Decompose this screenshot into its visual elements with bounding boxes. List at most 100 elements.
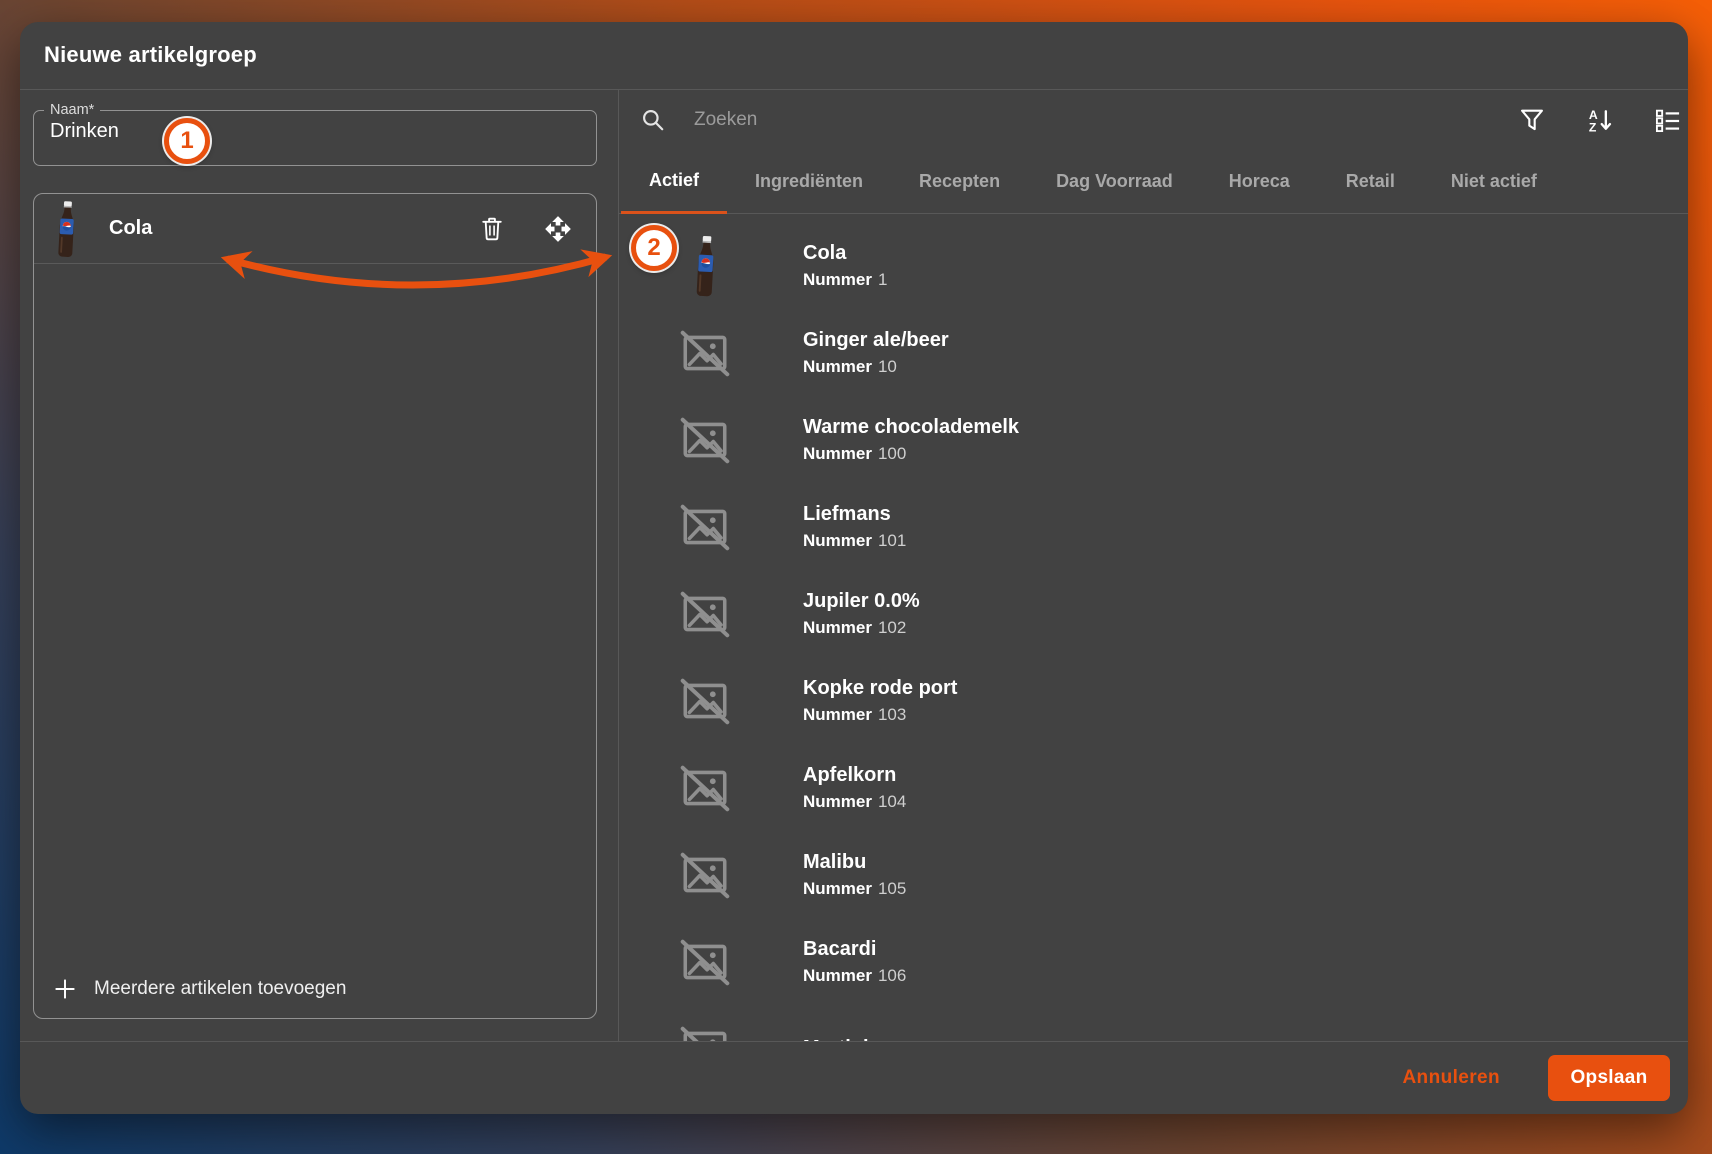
article-row[interactable]: Martini rosso bbox=[619, 1005, 1688, 1041]
group-item-name: Cola bbox=[109, 217, 152, 240]
article-name: Jupiler 0.0% bbox=[803, 590, 920, 613]
annotation-step-1-badge: 1 bbox=[164, 118, 210, 164]
article-number: Nummer100 bbox=[803, 444, 1019, 464]
cola-bottle-image bbox=[54, 200, 79, 258]
save-button[interactable]: Opslaan bbox=[1548, 1055, 1670, 1101]
article-thumbnail bbox=[677, 1021, 733, 1042]
view-list-icon bbox=[1654, 106, 1682, 134]
article-row[interactable]: Apfelkorn Nummer104 bbox=[619, 744, 1688, 831]
image-off-icon bbox=[678, 500, 732, 554]
article-name: Apfelkorn bbox=[803, 764, 906, 787]
trash-icon bbox=[478, 215, 506, 243]
article-number: Nummer10 bbox=[803, 357, 949, 377]
article-name: Warme chocolademelk bbox=[803, 416, 1019, 439]
article-number: Nummer1 bbox=[803, 270, 887, 290]
article-row[interactable]: Bacardi Nummer106 bbox=[619, 918, 1688, 1005]
image-off-icon bbox=[678, 761, 732, 815]
image-off-icon bbox=[678, 935, 732, 989]
image-off-icon bbox=[678, 413, 732, 467]
article-tabs: Actief Ingrediënten Recepten Dag Voorraa… bbox=[619, 150, 1688, 214]
tab-ingredienten[interactable]: Ingrediënten bbox=[727, 150, 891, 213]
article-number: Nummer105 bbox=[803, 879, 906, 899]
annotation-step-2-badge: 2 bbox=[631, 225, 677, 271]
article-name: Malibu bbox=[803, 851, 906, 874]
article-row[interactable]: Kopke rode port Nummer103 bbox=[619, 657, 1688, 744]
cancel-button[interactable]: Annuleren bbox=[1396, 1066, 1506, 1090]
article-browser-panel: Actief Ingrediënten Recepten Dag Voorraa… bbox=[619, 90, 1688, 1041]
tab-actief[interactable]: Actief bbox=[621, 150, 727, 214]
article-row[interactable]: Cola Nummer1 bbox=[619, 222, 1688, 309]
add-multiple-articles-button[interactable]: Meerdere artikelen toevoegen bbox=[34, 960, 596, 1018]
tab-horeca[interactable]: Horeca bbox=[1201, 150, 1318, 213]
article-text: Warme chocolademelk Nummer100 bbox=[803, 416, 1019, 464]
article-text: Cola Nummer1 bbox=[803, 242, 887, 290]
image-off-icon bbox=[678, 326, 732, 380]
article-row[interactable]: Jupiler 0.0% Nummer102 bbox=[619, 570, 1688, 657]
article-list[interactable]: Cola Nummer1 Ginger ale/beer Nummer10 bbox=[619, 214, 1688, 1041]
drag-handle-button[interactable] bbox=[538, 209, 578, 249]
dialog-title: Nieuwe artikelgroep bbox=[44, 22, 257, 88]
article-text: Bacardi Nummer106 bbox=[803, 938, 906, 986]
tab-niet-actief[interactable]: Niet actief bbox=[1423, 150, 1565, 213]
article-name: Bacardi bbox=[803, 938, 906, 961]
article-thumbnail bbox=[677, 934, 733, 990]
article-number: Nummer103 bbox=[803, 705, 957, 725]
tab-dag-voorraad[interactable]: Dag Voorraad bbox=[1028, 150, 1201, 213]
image-off-icon bbox=[678, 674, 732, 728]
article-name: Kopke rode port bbox=[803, 677, 957, 700]
article-row[interactable]: Malibu Nummer105 bbox=[619, 831, 1688, 918]
article-row[interactable]: Ginger ale/beer Nummer10 bbox=[619, 309, 1688, 396]
group-items-panel: Cola Meerdere artikelen toevoegen bbox=[33, 193, 597, 1019]
plus-icon bbox=[52, 976, 78, 1002]
group-item-actions bbox=[472, 209, 578, 249]
group-editor-panel: Naam* Cola Meerdere artikelen bbox=[20, 90, 618, 1041]
dialog-header: Nieuwe artikelgroep bbox=[20, 22, 1688, 90]
pepsi-bottle-image bbox=[692, 235, 719, 297]
page-background: { "window": { "title": "Nieuwe artikelgr… bbox=[0, 0, 1712, 1154]
filter-button[interactable] bbox=[1512, 100, 1552, 140]
list-toolbar bbox=[1512, 100, 1688, 140]
article-text: Jupiler 0.0% Nummer102 bbox=[803, 590, 920, 638]
image-off-icon bbox=[678, 1022, 732, 1042]
new-article-group-dialog: Nieuwe artikelgroep Naam* Cola bbox=[20, 22, 1688, 1114]
article-name: Cola bbox=[803, 242, 887, 265]
add-multiple-articles-label: Meerdere artikelen toevoegen bbox=[94, 978, 346, 1000]
article-thumbnail bbox=[677, 673, 733, 729]
article-number: Nummer101 bbox=[803, 531, 906, 551]
article-row[interactable]: Liefmans Nummer101 bbox=[619, 483, 1688, 570]
view-list-button[interactable] bbox=[1648, 100, 1688, 140]
search-icon bbox=[640, 107, 666, 133]
move-arrows-icon bbox=[544, 215, 572, 243]
article-thumbnail bbox=[677, 325, 733, 381]
article-text: Ginger ale/beer Nummer10 bbox=[803, 329, 949, 377]
article-row[interactable]: Warme chocolademelk Nummer100 bbox=[619, 396, 1688, 483]
name-field[interactable]: Naam* bbox=[33, 102, 597, 166]
search-bar bbox=[619, 90, 1688, 150]
sort-button[interactable] bbox=[1580, 100, 1620, 140]
article-thumbnail bbox=[677, 760, 733, 816]
tab-recepten[interactable]: Recepten bbox=[891, 150, 1028, 213]
article-text: Apfelkorn Nummer104 bbox=[803, 764, 906, 812]
group-item-row: Cola bbox=[34, 194, 596, 264]
article-name: Ginger ale/beer bbox=[803, 329, 949, 352]
article-thumbnail bbox=[677, 238, 733, 294]
article-thumbnail bbox=[677, 847, 733, 903]
dialog-footer: Annuleren Opslaan bbox=[20, 1041, 1688, 1114]
article-text: Malibu Nummer105 bbox=[803, 851, 906, 899]
delete-item-button[interactable] bbox=[472, 209, 512, 249]
article-number: Nummer104 bbox=[803, 792, 906, 812]
article-thumbnail bbox=[677, 412, 733, 468]
article-text: Liefmans Nummer101 bbox=[803, 503, 906, 551]
search-input[interactable] bbox=[692, 108, 1212, 132]
tab-retail[interactable]: Retail bbox=[1318, 150, 1423, 213]
article-name: Liefmans bbox=[803, 503, 906, 526]
sort-az-icon bbox=[1586, 106, 1614, 134]
article-number: Nummer106 bbox=[803, 966, 906, 986]
article-thumbnail bbox=[677, 586, 733, 642]
article-number: Nummer102 bbox=[803, 618, 920, 638]
filter-icon bbox=[1518, 106, 1546, 134]
article-text: Kopke rode port Nummer103 bbox=[803, 677, 957, 725]
image-off-icon bbox=[678, 587, 732, 641]
article-thumbnail bbox=[677, 499, 733, 555]
image-off-icon bbox=[678, 848, 732, 902]
